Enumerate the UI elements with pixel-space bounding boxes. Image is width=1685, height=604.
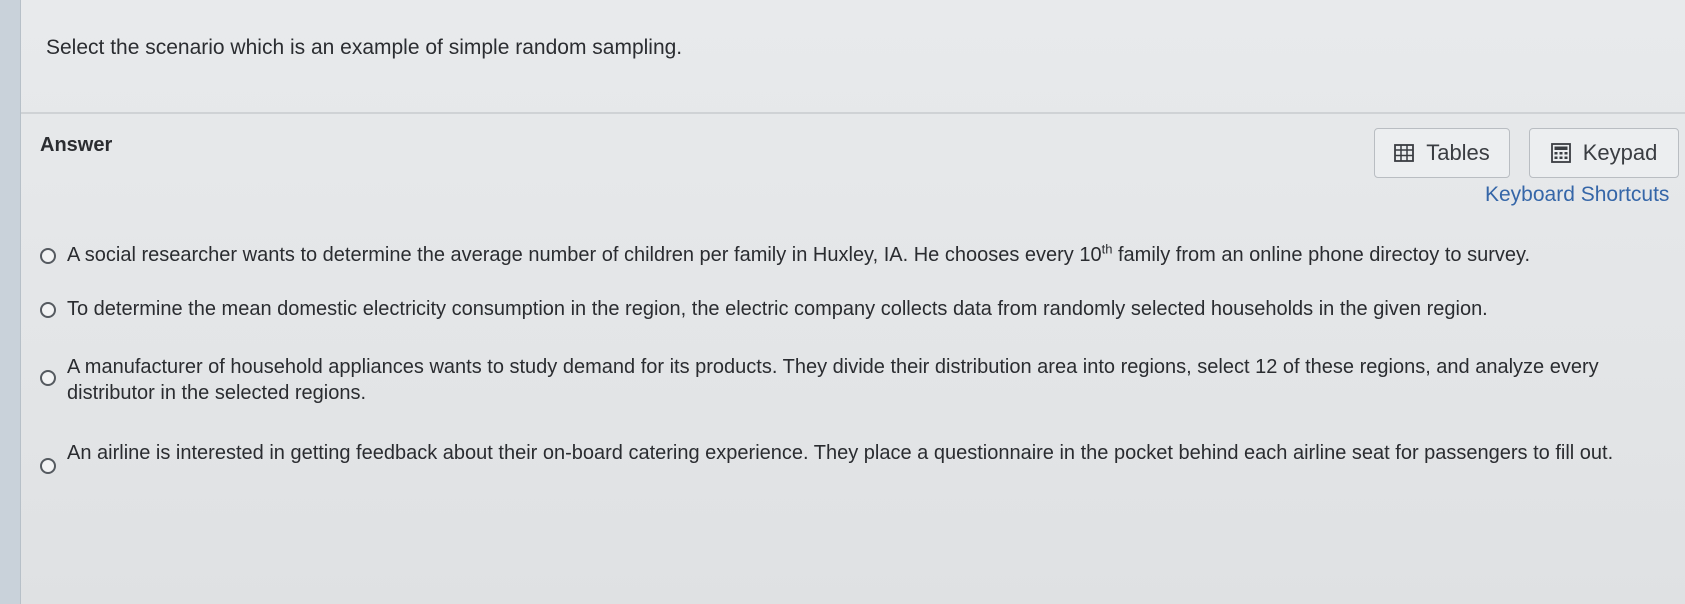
answer-option-text: A manufacturer of household appliances w… [67, 356, 1599, 404]
radio-button[interactable] [40, 302, 56, 318]
answer-option-text: To determine the mean domestic electrici… [67, 298, 1488, 320]
keyboard-shortcuts-link[interactable]: Keyboard Shortcuts [1485, 183, 1669, 207]
radio-button[interactable] [40, 458, 56, 474]
left-sidebar-strip [0, 0, 21, 604]
tables-button[interactable]: Tables [1374, 128, 1510, 178]
answer-option-text: A social researcher wants to determine t… [67, 242, 1667, 268]
answer-label: Answer [40, 134, 113, 156]
option-superscript: th [1101, 241, 1113, 257]
option-text-part: family from an online phone directoy to … [1112, 244, 1531, 266]
radio-button[interactable] [40, 248, 56, 264]
tables-button-label: Tables [1426, 140, 1490, 165]
answer-option-text: An airline is interested in getting feed… [67, 442, 1614, 464]
keypad-button-label: Keypad [1582, 140, 1658, 165]
section-divider [21, 112, 1685, 114]
option-text-part: A social researcher wants to determine t… [67, 244, 1102, 266]
question-text: Select the scenario which is an example … [46, 36, 683, 59]
radio-button[interactable] [40, 370, 56, 386]
keypad-button[interactable]: Keypad [1529, 128, 1679, 178]
question-panel: Select the scenario which is an example … [21, 0, 1685, 604]
calculator-keypad-icon [1550, 143, 1571, 163]
table-grid-icon [1394, 144, 1415, 162]
